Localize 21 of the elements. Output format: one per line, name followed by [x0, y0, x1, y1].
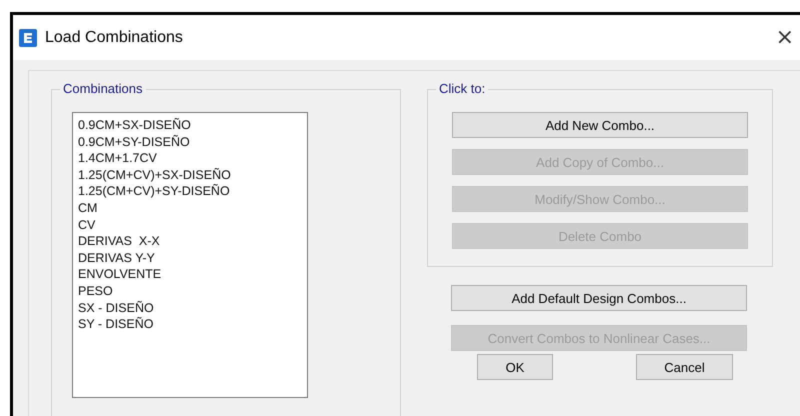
list-item[interactable]: CV: [78, 216, 302, 234]
cancel-button[interactable]: Cancel: [636, 354, 733, 380]
list-item[interactable]: 1.4CM+1.7CV: [78, 150, 302, 167]
list-item[interactable]: 1.25(CM+CV)+SY-DISEÑO: [78, 183, 302, 200]
list-item[interactable]: 1.25(CM+CV)+SX-DISEÑO: [78, 166, 302, 184]
list-item[interactable]: 0.9CM+SY-DISEÑO: [78, 134, 302, 150]
action-button[interactable]: Add New Combo...: [452, 112, 748, 138]
list-item[interactable]: SY - DISEÑO: [78, 316, 302, 333]
list-item[interactable]: CM: [78, 200, 302, 217]
list-item[interactable]: 0.9CM+SX-DISEÑO: [78, 117, 302, 134]
list-item[interactable]: SX - DISEÑO: [78, 300, 302, 316]
combinations-list[interactable]: 0.9CM+SX-DISEÑO 0.9CM+SY-DISEÑO 1.4CM+1.7CV 1.25(CM+CV)+SX-DISEÑO 1.25(CM+CV)+SY-DISEÑO CM CV DERIVAS X-X DERIVAS Y-Y ENVOLVENTE PESO SX - DISEÑO SY - DISEÑO: [72, 112, 308, 398]
list-item[interactable]: PESO: [78, 282, 302, 300]
ok-button[interactable]: OK: [477, 354, 553, 380]
list-item[interactable]: ENVOLVENTE: [78, 266, 302, 283]
app-logo-icon: [19, 28, 37, 46]
close-button[interactable]: ×: [770, 26, 800, 48]
list-item[interactable]: DERIVAS X-X: [78, 233, 302, 250]
window-title: Load Combinations: [45, 28, 184, 46]
list-item[interactable]: DERIVAS Y-Y: [78, 250, 302, 266]
action-button[interactable]: Add Default Design Combos...: [451, 285, 747, 311]
